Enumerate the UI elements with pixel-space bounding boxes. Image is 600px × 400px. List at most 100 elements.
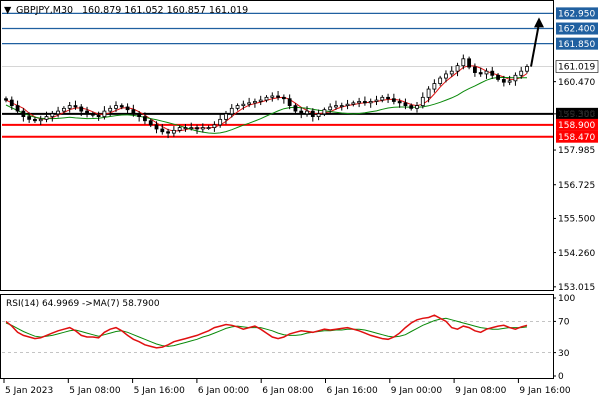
candle-body [391,98,396,102]
candle-body [218,118,223,126]
candle-body [247,102,252,105]
candle-body [4,98,8,101]
candle-body [212,124,217,129]
candle-body [96,114,101,117]
candle-body [513,74,518,82]
level-label: 162.950 [558,10,595,20]
candle-body [415,105,419,109]
time-tick-label: 5 Jan 08:00 [69,386,121,396]
price-levels: 162.950 162.400 161.850 159.300158.900 158.4… [2,7,599,143]
candle-body [15,105,20,112]
candle-body [281,96,286,100]
candle-body [484,70,489,75]
candle-body [420,96,425,106]
candle-body [61,107,66,112]
candle-body [90,113,95,116]
candle-body [467,58,472,68]
candle-body [108,107,113,112]
candle-body [363,101,367,104]
candle-body [258,99,263,102]
candle-body [131,109,136,115]
candle-body [270,95,275,98]
candle-body [386,96,390,100]
candle-body [322,109,327,115]
candle-body [472,66,477,73]
price-tick-label: 160.470 [558,78,595,88]
time-tick-label: 6 Jan 00:00 [198,386,250,396]
price-tick-label: 154.260 [558,249,595,259]
candle-body [380,96,385,101]
arrow-shaft [530,23,540,67]
candle-body [189,127,194,130]
candle-body [73,105,78,108]
price-axis: 160.470 159.300 157.985 156.725 155.500 154.2… [553,78,595,293]
candle-body [403,102,408,106]
candle-body [50,113,55,117]
candle-body [507,80,512,83]
candle-body [195,127,199,130]
candle-body [125,106,130,111]
rsi-tick-label: 0 [558,372,564,382]
arrow-head [534,17,544,28]
price-tick-label: 157.985 [558,146,595,156]
candle-body [501,79,506,83]
candle-body [287,98,292,106]
price-tick-label: 155.500 [558,215,595,225]
time-tick-label: 5 Jan 16:00 [134,386,186,396]
level-label: 158.900 [558,121,595,131]
time-axis: 5 Jan 2023 5 Jan 08:00 5 Jan 16:00 6 Jan 00… [3,379,571,396]
candle-body [119,105,124,108]
time-tick-label: 9 Jan 16:00 [519,386,571,396]
candle-body [38,118,43,122]
level-label: 161.850 [558,40,595,50]
candle-body [85,110,89,115]
candle-body [316,113,321,117]
ohlc-values: 160.879 161.052 160.857 161.019 [82,5,248,16]
candle-body [525,66,529,72]
candle-body [67,105,72,109]
candle-body [374,99,379,102]
candle-body [137,113,142,117]
candle-body [183,127,188,130]
price-tick-label: 159.300 [558,110,595,120]
candle-body [171,129,176,134]
candle-body [299,110,304,115]
time-tick-label: 5 Jan 2023 [5,386,53,396]
candle-body [426,88,431,98]
candle-body [241,103,246,106]
candle-body [357,101,362,104]
time-tick-label: 6 Jan 16:00 [327,386,379,396]
chart-collapse-icon[interactable]: ▼ [4,5,12,16]
rsi-tick-label: 100 [558,294,575,304]
rsi-tick-label: 30 [558,349,570,359]
candle-body [432,83,437,90]
level-label: 162.400 [558,25,595,35]
candle-body [253,101,257,104]
candle-body [490,70,495,76]
symbol-timeframe: GBPJPY,M30 [16,5,73,16]
candle-body [276,95,280,98]
time-tick-label: 9 Jan 08:00 [455,386,507,396]
candle-body [27,116,32,120]
target-arrow [530,17,544,67]
time-tick-label: 9 Jan 00:00 [391,386,443,396]
candle-body [143,116,147,122]
candle-body [200,127,205,130]
candle-body [229,107,234,115]
candle-body [56,110,60,115]
candle-body [345,103,350,106]
candle-body [114,105,118,109]
rsi-line [5,314,528,349]
candle-body [449,70,454,75]
candle-body [44,116,49,120]
chart-canvas: 162.950 162.400 161.850 159.300158.900 158.4… [0,0,599,396]
candle-body [33,118,37,122]
candle-body [519,70,524,76]
candle-body [461,58,466,67]
candle-body [305,110,309,115]
candle-body [21,110,26,117]
candle-body [328,106,333,111]
candle-body [339,105,344,107]
current-price-label: 161.019 [558,63,595,73]
candle-body [160,128,165,133]
